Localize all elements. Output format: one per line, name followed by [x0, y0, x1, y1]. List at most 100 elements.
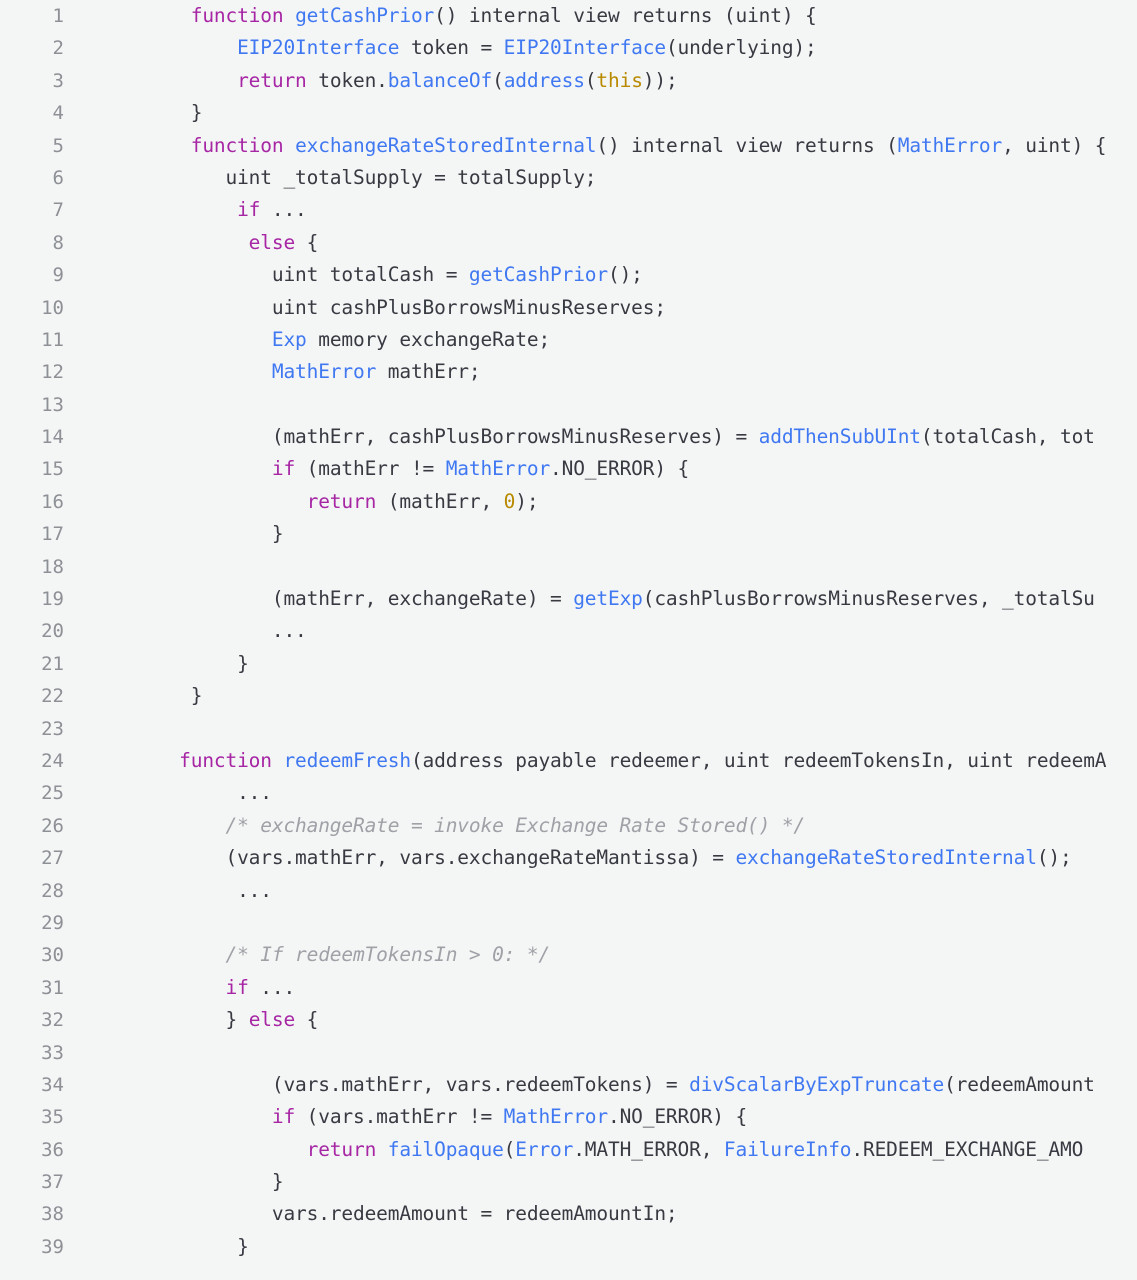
code-line[interactable]: 7 if ... — [0, 194, 1137, 226]
line-content[interactable]: } — [72, 648, 1137, 680]
code-line[interactable]: 26 /* exchangeRate = invoke Exchange Rat… — [0, 810, 1137, 842]
line-content[interactable]: } — [72, 97, 1137, 129]
line-content[interactable]: uint _totalSupply = totalSupply; — [72, 162, 1137, 194]
line-content[interactable]: else { — [72, 227, 1137, 259]
code-line[interactable]: 21 } — [0, 648, 1137, 680]
line-content[interactable]: (mathErr, exchangeRate) = getExp(cashPlu… — [72, 583, 1137, 615]
code-line[interactable]: 9 uint totalCash = getCashPrior(); — [0, 259, 1137, 291]
line-content[interactable]: } else { — [72, 1004, 1137, 1036]
line-number: 7 — [52, 199, 64, 222]
code-line[interactable]: 17 } — [0, 518, 1137, 550]
line-content[interactable]: function exchangeRateStoredInternal() in… — [72, 130, 1137, 162]
code-line[interactable]: 11 Exp memory exchangeRate; — [0, 324, 1137, 356]
line-content[interactable]: } — [72, 1231, 1137, 1263]
code-line[interactable]: 22 } — [0, 680, 1137, 712]
line-content[interactable]: function redeemFresh(address payable red… — [72, 745, 1137, 777]
code-line[interactable]: 31 if ... — [0, 972, 1137, 1004]
code-line[interactable]: 34 (vars.mathErr, vars.redeemTokens) = d… — [0, 1069, 1137, 1101]
line-content[interactable]: return token.balanceOf(address(this)); — [72, 65, 1137, 97]
line-content[interactable]: return failOpaque(Error.MATH_ERROR, Fail… — [72, 1134, 1137, 1166]
token-plain: ( — [584, 68, 597, 92]
code-line[interactable]: 37 } — [0, 1166, 1137, 1198]
code-line[interactable]: 27 (vars.mathErr, vars.exchangeRateManti… — [0, 842, 1137, 874]
line-content[interactable]: ... — [72, 875, 1137, 907]
token-plain: } — [190, 101, 203, 125]
token-type: FailureInfo — [723, 1137, 852, 1161]
line-content[interactable]: uint cashPlusBorrowsMinusReserves; — [72, 292, 1137, 324]
token-func: address — [503, 68, 585, 92]
line-content[interactable]: (mathErr, cashPlusBorrowsMinusReserves) … — [72, 421, 1137, 453]
code-line[interactable]: 35 if (vars.mathErr != MathError.NO_ERRO… — [0, 1101, 1137, 1133]
code-line[interactable]: 14 (mathErr, cashPlusBorrowsMinusReserve… — [0, 421, 1137, 453]
code-line[interactable]: 1 function getCashPrior() internal view … — [0, 0, 1137, 32]
code-line[interactable]: 16 return (mathErr, 0); — [0, 486, 1137, 518]
code-line[interactable]: 18 — [0, 551, 1137, 583]
line-content[interactable]: } — [72, 518, 1137, 550]
code-line[interactable]: 19 (mathErr, exchangeRate) = getExp(cash… — [0, 583, 1137, 615]
line-content[interactable]: MathError mathErr; — [72, 356, 1137, 388]
code-line[interactable]: 38 vars.redeemAmount = redeemAmountIn; — [0, 1198, 1137, 1230]
line-content[interactable]: EIP20Interface token = EIP20Interface(un… — [72, 32, 1137, 64]
code-line[interactable]: 24 function redeemFresh(address payable … — [0, 745, 1137, 777]
line-number: 25 — [41, 782, 64, 805]
line-content[interactable]: } — [72, 1166, 1137, 1198]
line-content[interactable]: (vars.mathErr, vars.redeemTokens) = divS… — [72, 1069, 1137, 1101]
code-line[interactable]: 39 } — [0, 1231, 1137, 1263]
code-line[interactable]: 10 uint cashPlusBorrowsMinusReserves; — [0, 292, 1137, 324]
line-content[interactable]: if (mathErr != MathError.NO_ERROR) { — [72, 453, 1137, 485]
line-content[interactable]: /* If redeemTokensIn > 0: */ — [72, 939, 1137, 971]
code-line[interactable]: 33 — [0, 1037, 1137, 1069]
token-plain: memory exchangeRate; — [306, 327, 551, 351]
line-content[interactable]: if ... — [72, 972, 1137, 1004]
code-line[interactable]: 13 — [0, 389, 1137, 421]
code-line[interactable]: 23 — [0, 713, 1137, 745]
line-content[interactable]: function getCashPrior() internal view re… — [72, 0, 1137, 32]
token-plain: { — [295, 1008, 319, 1032]
token-type: MathError — [271, 360, 377, 384]
line-content[interactable]: } — [72, 680, 1137, 712]
code-line[interactable]: 3 return token.balanceOf(address(this)); — [0, 65, 1137, 97]
token-plain: vars.redeemAmount = redeemAmountIn; — [271, 1202, 678, 1226]
code-line[interactable]: 8 else { — [0, 227, 1137, 259]
code-line[interactable]: 6 uint _totalSupply = totalSupply; — [0, 162, 1137, 194]
token-plain: (mathErr, exchangeRate) = — [271, 587, 574, 611]
line-number: 2 — [52, 37, 64, 60]
code-viewer[interactable]: 1 function getCashPrior() internal view … — [0, 0, 1137, 1280]
code-line[interactable]: 5 function exchangeRateStoredInternal() … — [0, 130, 1137, 162]
line-content[interactable]: ... — [72, 615, 1137, 647]
code-line[interactable]: 4 } — [0, 97, 1137, 129]
line-content[interactable]: if (vars.mathErr != MathError.NO_ERROR) … — [72, 1101, 1137, 1133]
line-content[interactable]: if ... — [72, 194, 1137, 226]
line-content[interactable]: return (mathErr, 0); — [72, 486, 1137, 518]
code-line[interactable]: 36 return failOpaque(Error.MATH_ERROR, F… — [0, 1134, 1137, 1166]
code-line[interactable]: 29 — [0, 907, 1137, 939]
code-line[interactable]: 20 ... — [0, 615, 1137, 647]
line-content[interactable]: Exp memory exchangeRate; — [72, 324, 1137, 356]
token-keyword: if — [237, 198, 261, 222]
token-plain: (address payable redeemer, uint redeemTo… — [410, 748, 1107, 772]
token-plain: } — [271, 1170, 284, 1194]
line-content[interactable]: ... — [72, 777, 1137, 809]
token-keyword: if — [271, 457, 296, 481]
code-line[interactable]: 12 MathError mathErr; — [0, 356, 1137, 388]
code-line[interactable]: 25 ... — [0, 777, 1137, 809]
token-plain: token = — [399, 36, 504, 60]
token-plain: (vars.mathErr, vars.exchangeRateMantissa… — [225, 846, 736, 870]
token-plain: } — [190, 684, 203, 708]
code-line[interactable]: 28 ... — [0, 875, 1137, 907]
line-content[interactable]: vars.redeemAmount = redeemAmountIn; — [72, 1198, 1137, 1230]
line-content[interactable]: /* exchangeRate = invoke Exchange Rate S… — [72, 810, 1137, 842]
code-line[interactable]: 15 if (mathErr != MathError.NO_ERROR) { — [0, 453, 1137, 485]
token-keyword: if — [271, 1105, 296, 1129]
line-content[interactable]: uint totalCash = getCashPrior(); — [72, 259, 1137, 291]
code-line[interactable]: 30 /* If redeemTokensIn > 0: */ — [0, 939, 1137, 971]
line-content[interactable]: (vars.mathErr, vars.exchangeRateMantissa… — [72, 842, 1137, 874]
token-plain: { — [295, 230, 319, 254]
code-line[interactable]: 2 EIP20Interface token = EIP20Interface(… — [0, 32, 1137, 64]
code-line[interactable]: 32 } else { — [0, 1004, 1137, 1036]
